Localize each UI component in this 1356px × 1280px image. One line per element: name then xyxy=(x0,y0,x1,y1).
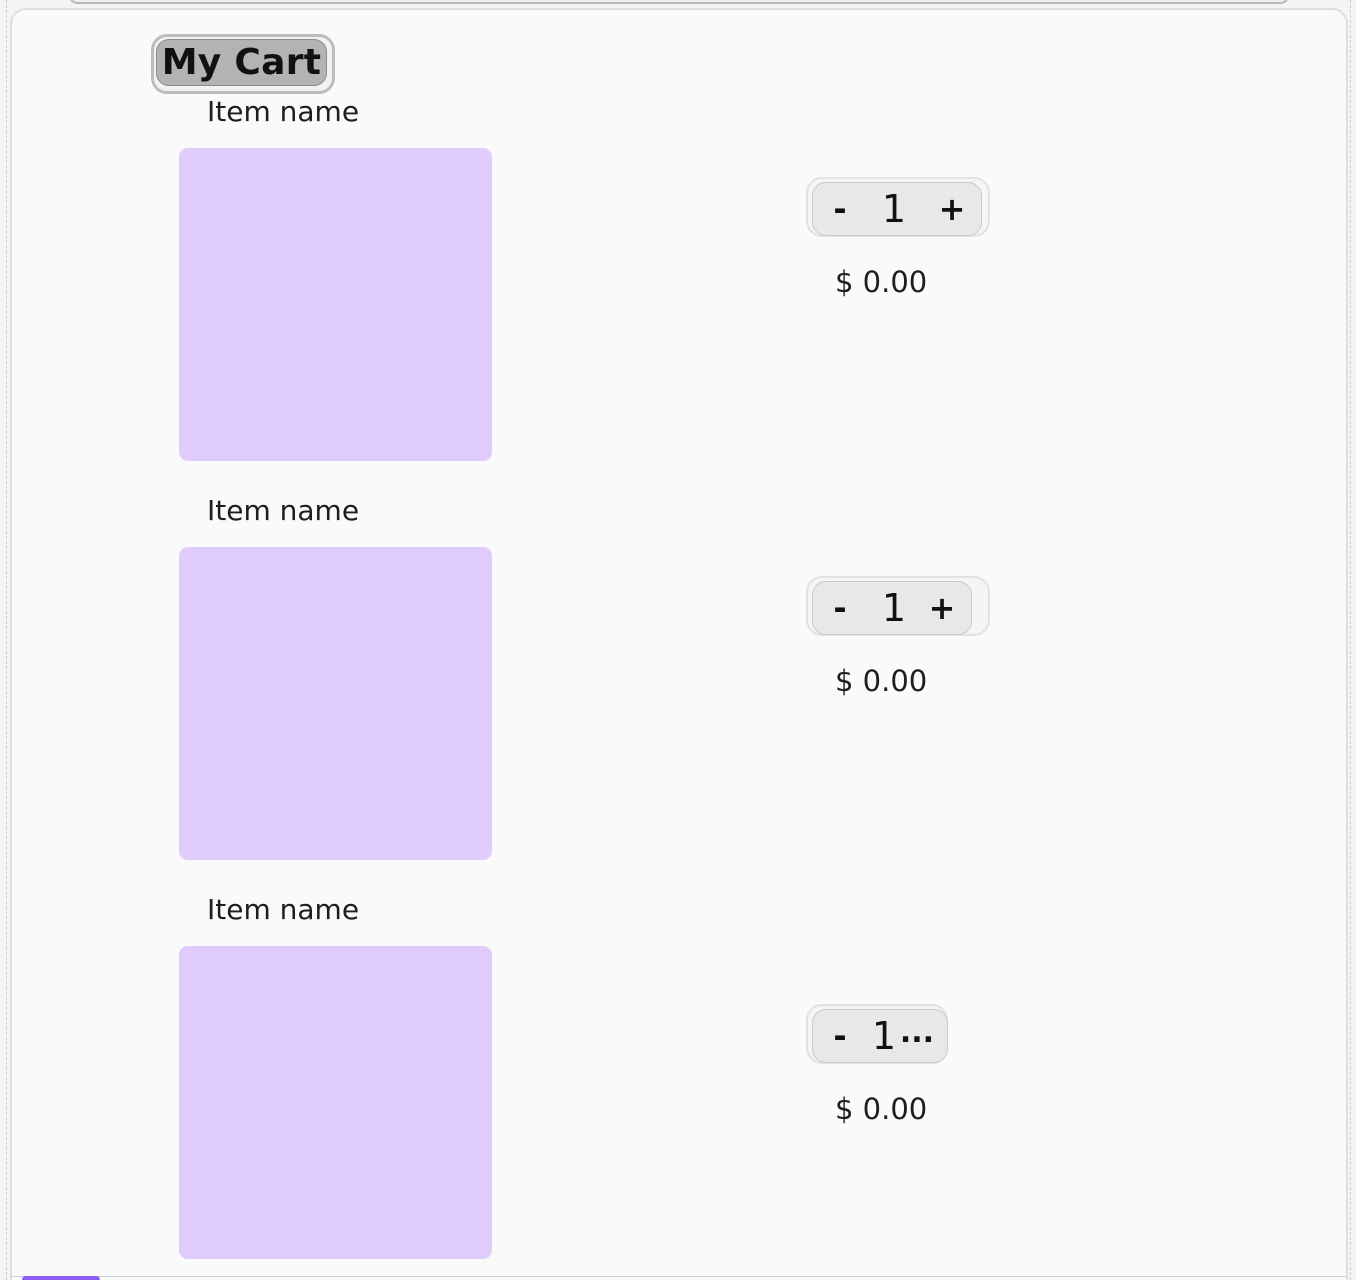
item-image xyxy=(179,547,492,860)
guide-line-right xyxy=(1350,0,1351,1280)
bottom-tab-active[interactable] xyxy=(22,1276,100,1280)
quantity-stepper-inner: - 1 + xyxy=(812,581,972,635)
item-image xyxy=(179,946,492,1259)
quantity-value: 1 xyxy=(871,1014,897,1058)
quantity-stepper-inner: - 1 + xyxy=(812,182,982,236)
item-name: Item name xyxy=(207,95,360,128)
decrement-button[interactable]: - xyxy=(825,183,855,235)
item-price: $ 0.00 xyxy=(835,265,928,299)
item-image xyxy=(179,148,492,461)
item-name: Item name xyxy=(207,494,360,527)
item-price: $ 0.00 xyxy=(835,1092,928,1126)
my-cart-button[interactable]: My Cart xyxy=(151,34,335,94)
item-name: Item name xyxy=(207,893,360,926)
item-price: $ 0.00 xyxy=(835,664,928,698)
increment-button[interactable]: + xyxy=(927,582,957,634)
quantity-stepper: - 1 + xyxy=(806,177,990,237)
quantity-stepper: - 1 ... xyxy=(806,1004,948,1064)
overflow-ellipsis: ... xyxy=(899,1014,935,1050)
app-frame: My Cart Item name - 1 + $ 0.00 Item name… xyxy=(0,0,1356,1280)
increment-button[interactable]: + xyxy=(937,183,967,235)
decrement-button[interactable]: - xyxy=(825,582,855,634)
my-cart-label: My Cart xyxy=(156,39,327,86)
decrement-button[interactable]: - xyxy=(825,1010,855,1062)
bottom-tab-bar xyxy=(10,1276,1346,1280)
top-bar xyxy=(68,0,1290,4)
quantity-stepper: - 1 + xyxy=(806,576,990,636)
guide-line-left xyxy=(6,0,7,1280)
quantity-value: 1 xyxy=(881,187,907,231)
quantity-value: 1 xyxy=(881,586,907,630)
quantity-stepper-inner: - 1 ... xyxy=(812,1009,948,1063)
